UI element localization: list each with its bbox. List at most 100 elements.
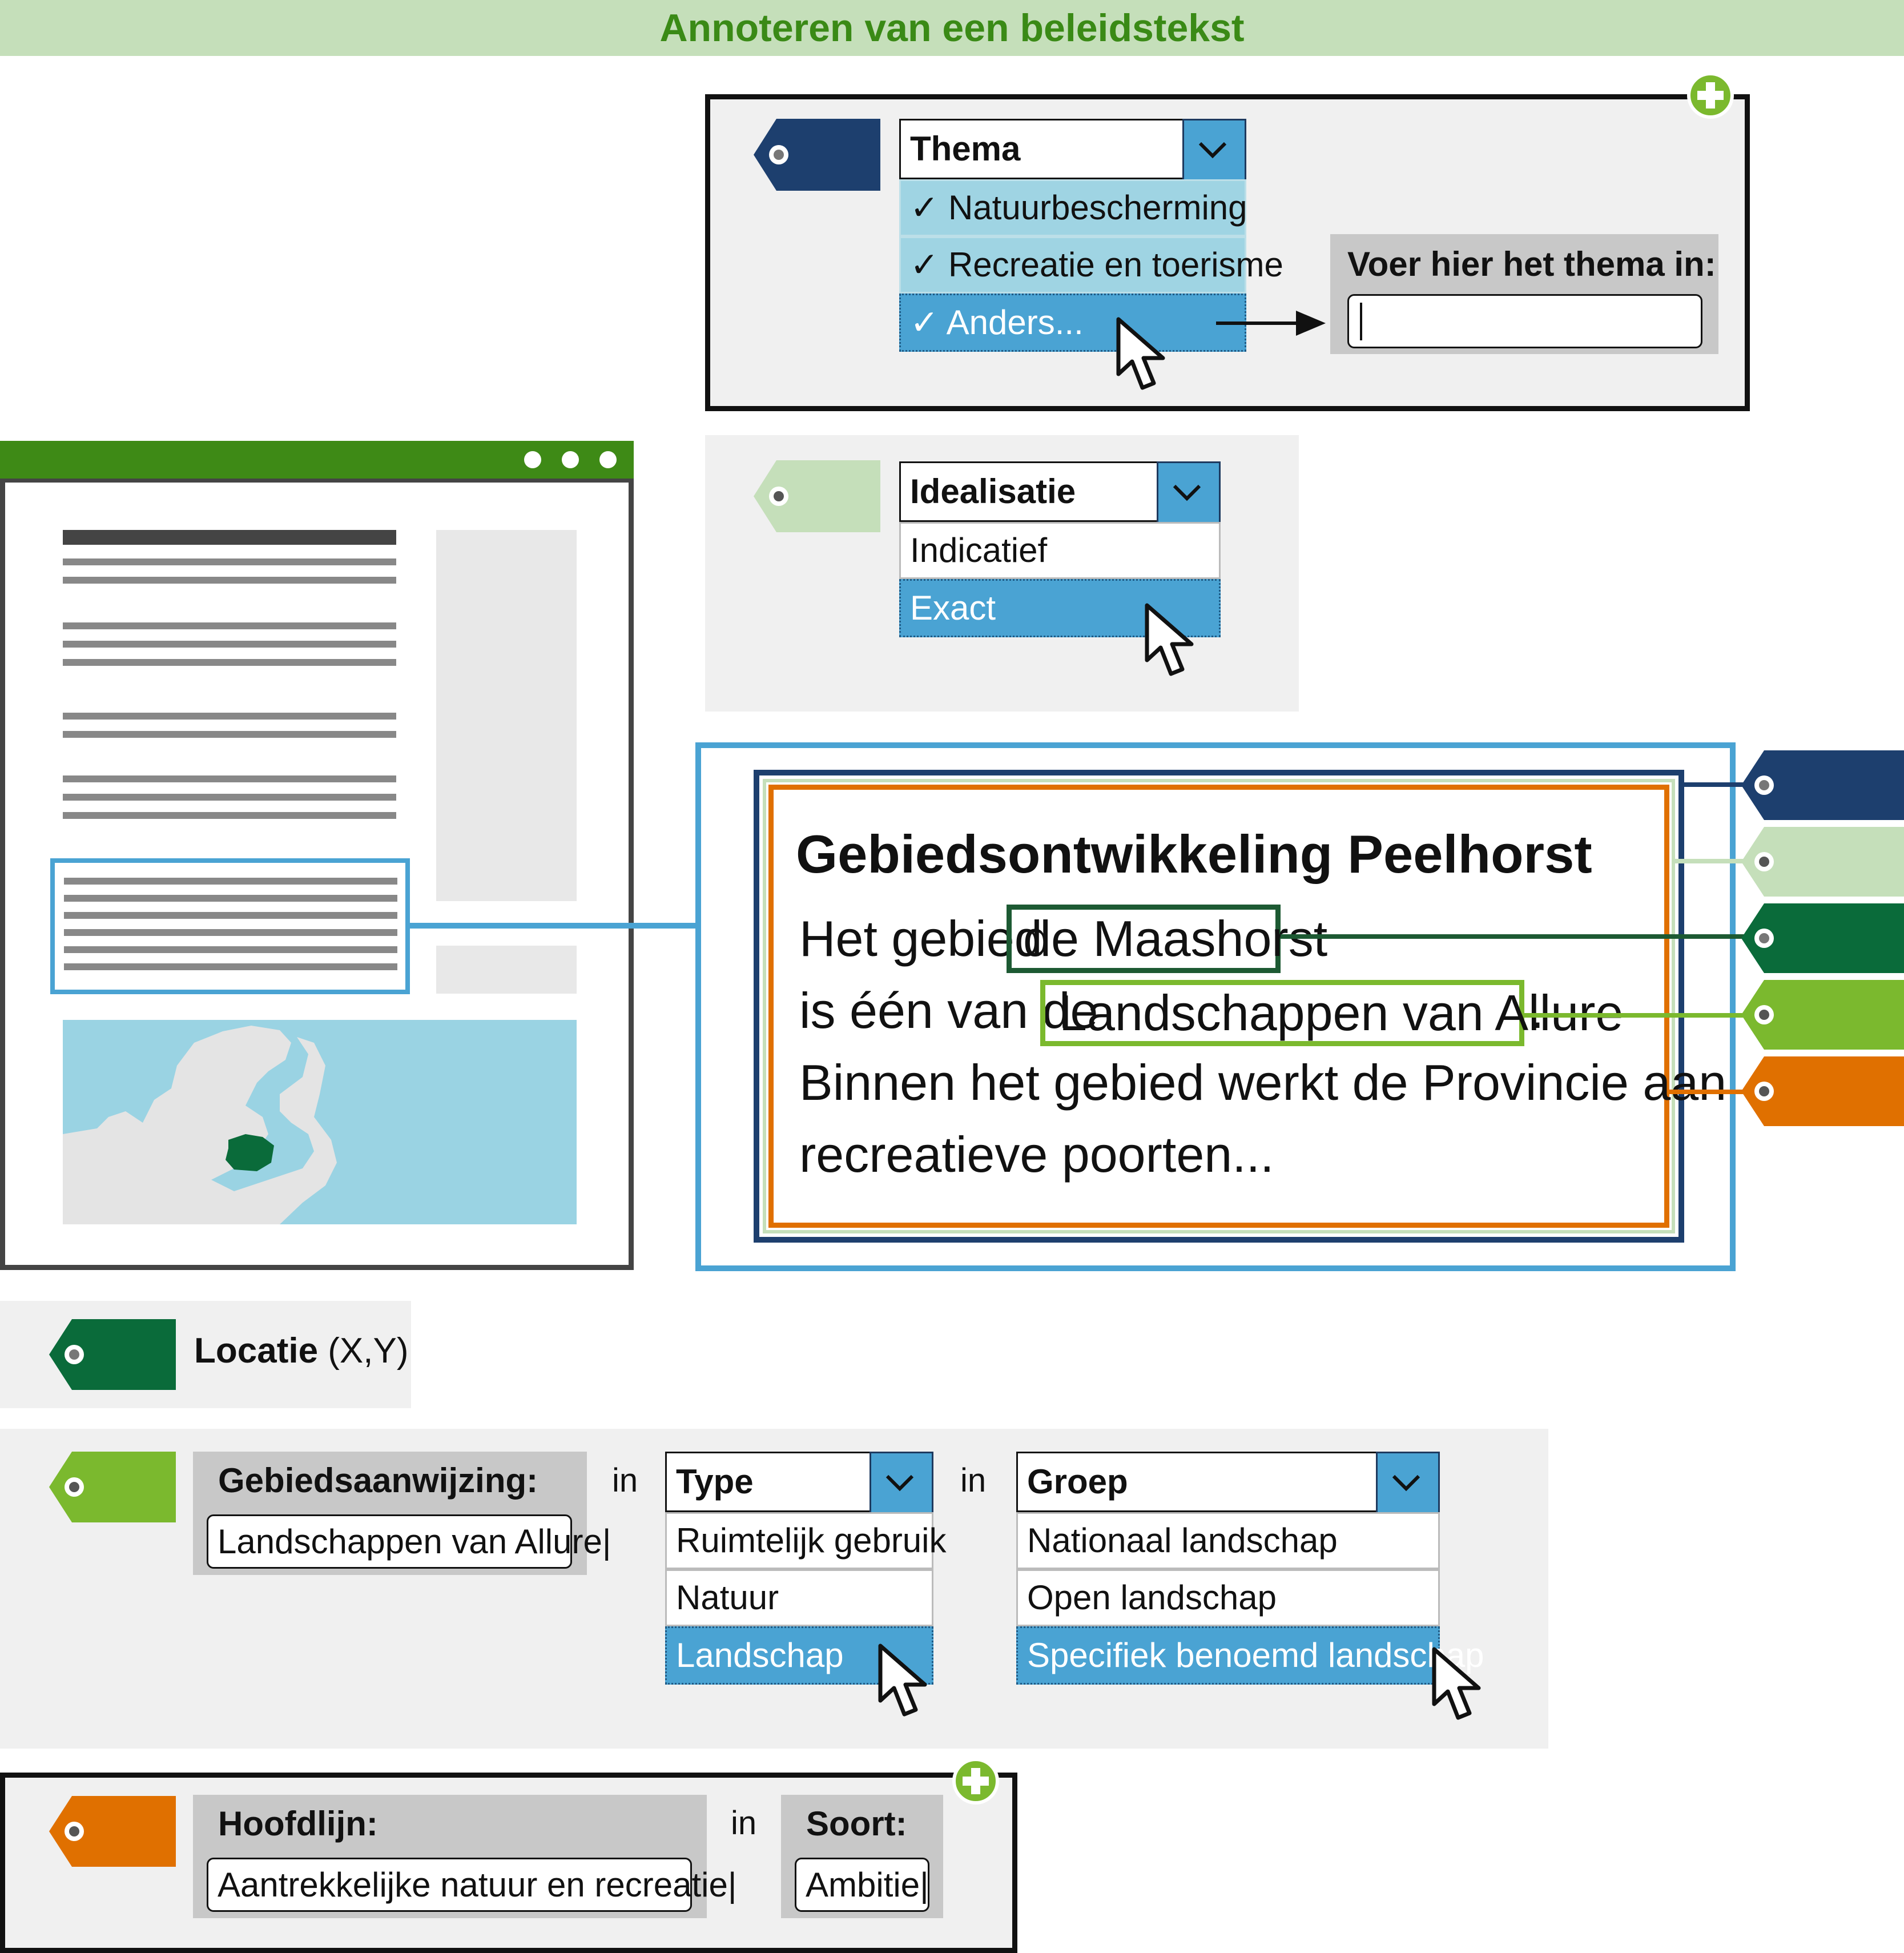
document-heading: Gebiedsontwikkeling Peelhorst: [796, 824, 1592, 884]
soort-label: Soort:: [806, 1805, 907, 1843]
tag-icon: [754, 119, 880, 191]
window-dot: [599, 451, 617, 468]
soort-input[interactable]: Ambitie|: [795, 1858, 929, 1912]
window-dot: [562, 451, 579, 468]
option-label: Recreatie en toerisme: [948, 246, 1283, 284]
text-caret: [1360, 303, 1362, 340]
plus-icon[interactable]: [1687, 72, 1734, 119]
gebiedsaanwijzing-value: Landschappen van Allure: [218, 1522, 602, 1561]
doc-text-line: [63, 775, 396, 782]
gebiedsaanwijzing-input[interactable]: Landschappen van Allure|: [207, 1514, 611, 1569]
doc-text-line: [64, 929, 397, 936]
connector-line-locatie: [1281, 934, 1769, 939]
type-option-natuur[interactable]: Natuur: [665, 1569, 933, 1626]
idealisatie-dropdown-label: Idealisatie: [910, 472, 1076, 511]
option-label: Anders...: [946, 303, 1084, 341]
document-line4: recreatieve poorten...: [799, 1126, 1274, 1183]
doc-text-line: [63, 713, 396, 720]
doc-text-line: [64, 946, 397, 953]
paragraph-connector-line: [410, 923, 699, 929]
thema-option-recreatie[interactable]: ✓ Recreatie en toerisme: [899, 236, 1283, 294]
doc-text-line: [63, 659, 396, 666]
in-label: in: [731, 1805, 757, 1842]
chevron-down-icon[interactable]: [1376, 1452, 1440, 1516]
highlight-landschappen[interactable]: Landschappen van Allure: [1040, 980, 1623, 1046]
thema-dropdown-label: Thema: [910, 130, 1021, 168]
check-icon: ✓: [910, 246, 948, 284]
doc-text-line: [63, 577, 396, 584]
cursor-icon: [1432, 1647, 1489, 1727]
locatie-label: Locatie (X,Y): [194, 1323, 409, 1380]
doc-text-line: [63, 558, 396, 565]
tag-icon: [1741, 750, 1904, 820]
idealisatie-dropdown[interactable]: Idealisatie: [899, 461, 1221, 525]
doc-sidebar-block: [436, 530, 577, 901]
chevron-down-icon[interactable]: [1182, 119, 1246, 183]
locatie-label-bold: Locatie: [194, 1331, 319, 1371]
doc-text-line: [64, 963, 397, 970]
cursor-icon: [1145, 603, 1202, 683]
locatie-label-rest: (X,Y): [318, 1331, 409, 1371]
thema-input-box: Voer hier het thema in:: [1330, 234, 1718, 354]
type-option-ruimtelijk[interactable]: Ruimtelijk gebruik: [665, 1512, 947, 1569]
type-dropdown[interactable]: Type: [665, 1452, 933, 1516]
connector-line-gebied: [1524, 1013, 1769, 1018]
doc-text-line: [63, 731, 396, 738]
doc-text-line: [63, 641, 396, 648]
window-dot: [524, 451, 541, 468]
groep-dropdown[interactable]: Groep: [1016, 1452, 1440, 1516]
in-label: in: [960, 1462, 987, 1499]
doc-text-line: [63, 794, 396, 801]
tag-icon: [1741, 1056, 1904, 1126]
groep-option-specifiek[interactable]: Specifiek benoemd landschap: [1016, 1626, 1484, 1685]
chevron-down-icon[interactable]: [870, 1452, 933, 1516]
type-dropdown-label: Type: [676, 1462, 754, 1501]
window-titlebar: [0, 441, 634, 479]
tag-icon: [1741, 980, 1904, 1050]
tag-icon: [754, 460, 880, 532]
hoofdlijn-input[interactable]: Aantrekkelijke natuur en recreatie|: [207, 1858, 736, 1912]
thema-input-label: Voer hier het thema in:: [1347, 245, 1716, 283]
hoofdlijn-box: Hoofdlijn: Aantrekkelijke natuur en recr…: [193, 1795, 736, 1918]
hoofdlijn-label: Hoofdlijn:: [218, 1805, 378, 1843]
groep-dropdown-label: Groep: [1027, 1462, 1128, 1501]
document-line3: Binnen het gebied werkt de Provincie aan: [799, 1054, 1727, 1111]
selected-paragraph[interactable]: [50, 858, 410, 994]
groep-option-nationaal[interactable]: Nationaal landschap: [1016, 1512, 1440, 1569]
check-icon: ✓: [910, 188, 948, 227]
tag-icon: [1741, 827, 1904, 897]
thema-input[interactable]: [1347, 294, 1702, 348]
text-caret: |: [920, 1866, 929, 1904]
gebiedsaanwijzing-label: Gebiedsaanwijzing:: [218, 1461, 538, 1500]
cursor-icon: [878, 1643, 935, 1723]
doc-map: [63, 1020, 577, 1224]
thema-option-natuurbescherming[interactable]: ✓ Natuurbescherming: [899, 179, 1247, 236]
thema-dropdown[interactable]: Thema: [899, 119, 1246, 183]
doc-text-line: [63, 622, 396, 629]
in-label: in: [612, 1462, 638, 1499]
thema-option-anders[interactable]: ✓ Anders...: [899, 294, 1246, 352]
soort-box: Soort: Ambitie|: [781, 1795, 943, 1918]
highlight-de-maashorst[interactable]: de Maashorst: [1007, 905, 1327, 973]
doc-text-line: [64, 878, 397, 885]
doc-sidebar-block: [436, 946, 577, 994]
page-title: Annoteren van een beleidstekst: [0, 0, 1904, 56]
tag-icon: [49, 1796, 176, 1867]
idealisatie-option-indicatief[interactable]: Indicatief: [899, 522, 1221, 579]
groep-option-open[interactable]: Open landschap: [1016, 1569, 1440, 1626]
document-line1: Het gebied: [799, 910, 1042, 967]
soort-value: Ambitie: [806, 1866, 920, 1904]
option-label: Natuurbescherming: [948, 188, 1247, 227]
plus-icon[interactable]: [952, 1758, 999, 1805]
hoofdlijn-value: Aantrekkelijke natuur en recreatie: [218, 1866, 728, 1904]
doc-heading-line: [63, 530, 396, 545]
gebiedsaanwijzing-box: Gebiedsaanwijzing: Landschappen van Allu…: [193, 1452, 611, 1575]
check-icon: ✓: [910, 303, 947, 341]
chevron-down-icon[interactable]: [1157, 461, 1221, 525]
cursor-icon: [1116, 317, 1173, 397]
text-caret: |: [602, 1522, 611, 1561]
document-line2-end: .: [1530, 982, 1544, 1039]
tag-icon: [49, 1319, 176, 1390]
arrow-right-icon: [1216, 306, 1330, 340]
text-caret: |: [727, 1866, 737, 1904]
